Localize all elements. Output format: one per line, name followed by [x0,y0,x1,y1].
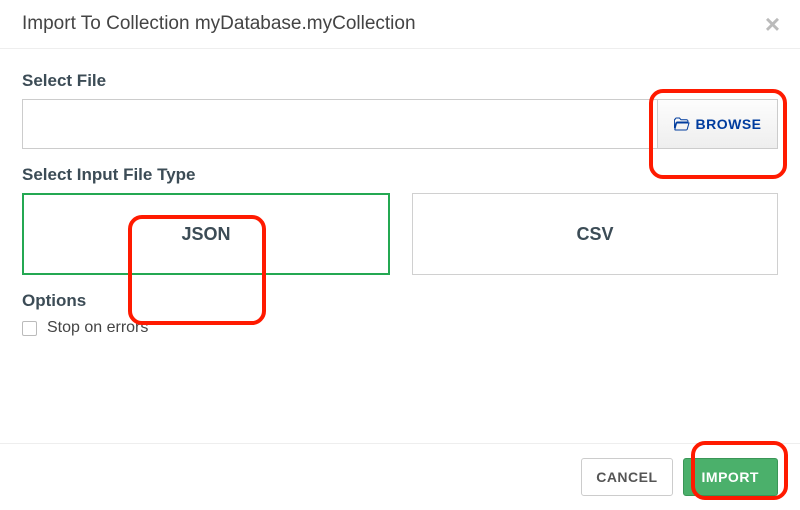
folder-open-icon [674,117,690,131]
file-type-row: JSON CSV [22,193,778,275]
close-icon[interactable]: × [765,11,780,37]
modal-title: Import To Collection myDatabase.myCollec… [22,13,416,35]
select-type-label: Select Input File Type [22,165,778,185]
import-modal: Import To Collection myDatabase.myCollec… [0,0,800,510]
stop-on-errors-label: Stop on errors [47,319,148,337]
file-path-input[interactable] [23,100,657,148]
select-file-label: Select File [22,71,778,91]
file-type-json[interactable]: JSON [22,193,390,275]
options-label: Options [22,291,778,311]
cancel-label: CANCEL [596,469,657,485]
stop-on-errors-checkbox[interactable] [22,321,37,336]
cancel-button[interactable]: CANCEL [581,458,672,496]
stop-on-errors-row: Stop on errors [22,319,778,337]
import-label: IMPORT [702,469,759,485]
csv-label: CSV [576,224,613,245]
options-body: Stop on errors [22,319,778,337]
browse-label: BROWSE [696,116,762,132]
json-label: JSON [181,224,230,245]
browse-button[interactable]: BROWSE [657,100,777,148]
modal-body: Select File BROWSE Select Input File Typ… [0,49,800,443]
import-button[interactable]: IMPORT [683,458,778,496]
modal-footer: CANCEL IMPORT [0,443,800,510]
file-picker-row: BROWSE [22,99,778,149]
file-type-csv[interactable]: CSV [412,193,778,275]
modal-header: Import To Collection myDatabase.myCollec… [0,0,800,49]
